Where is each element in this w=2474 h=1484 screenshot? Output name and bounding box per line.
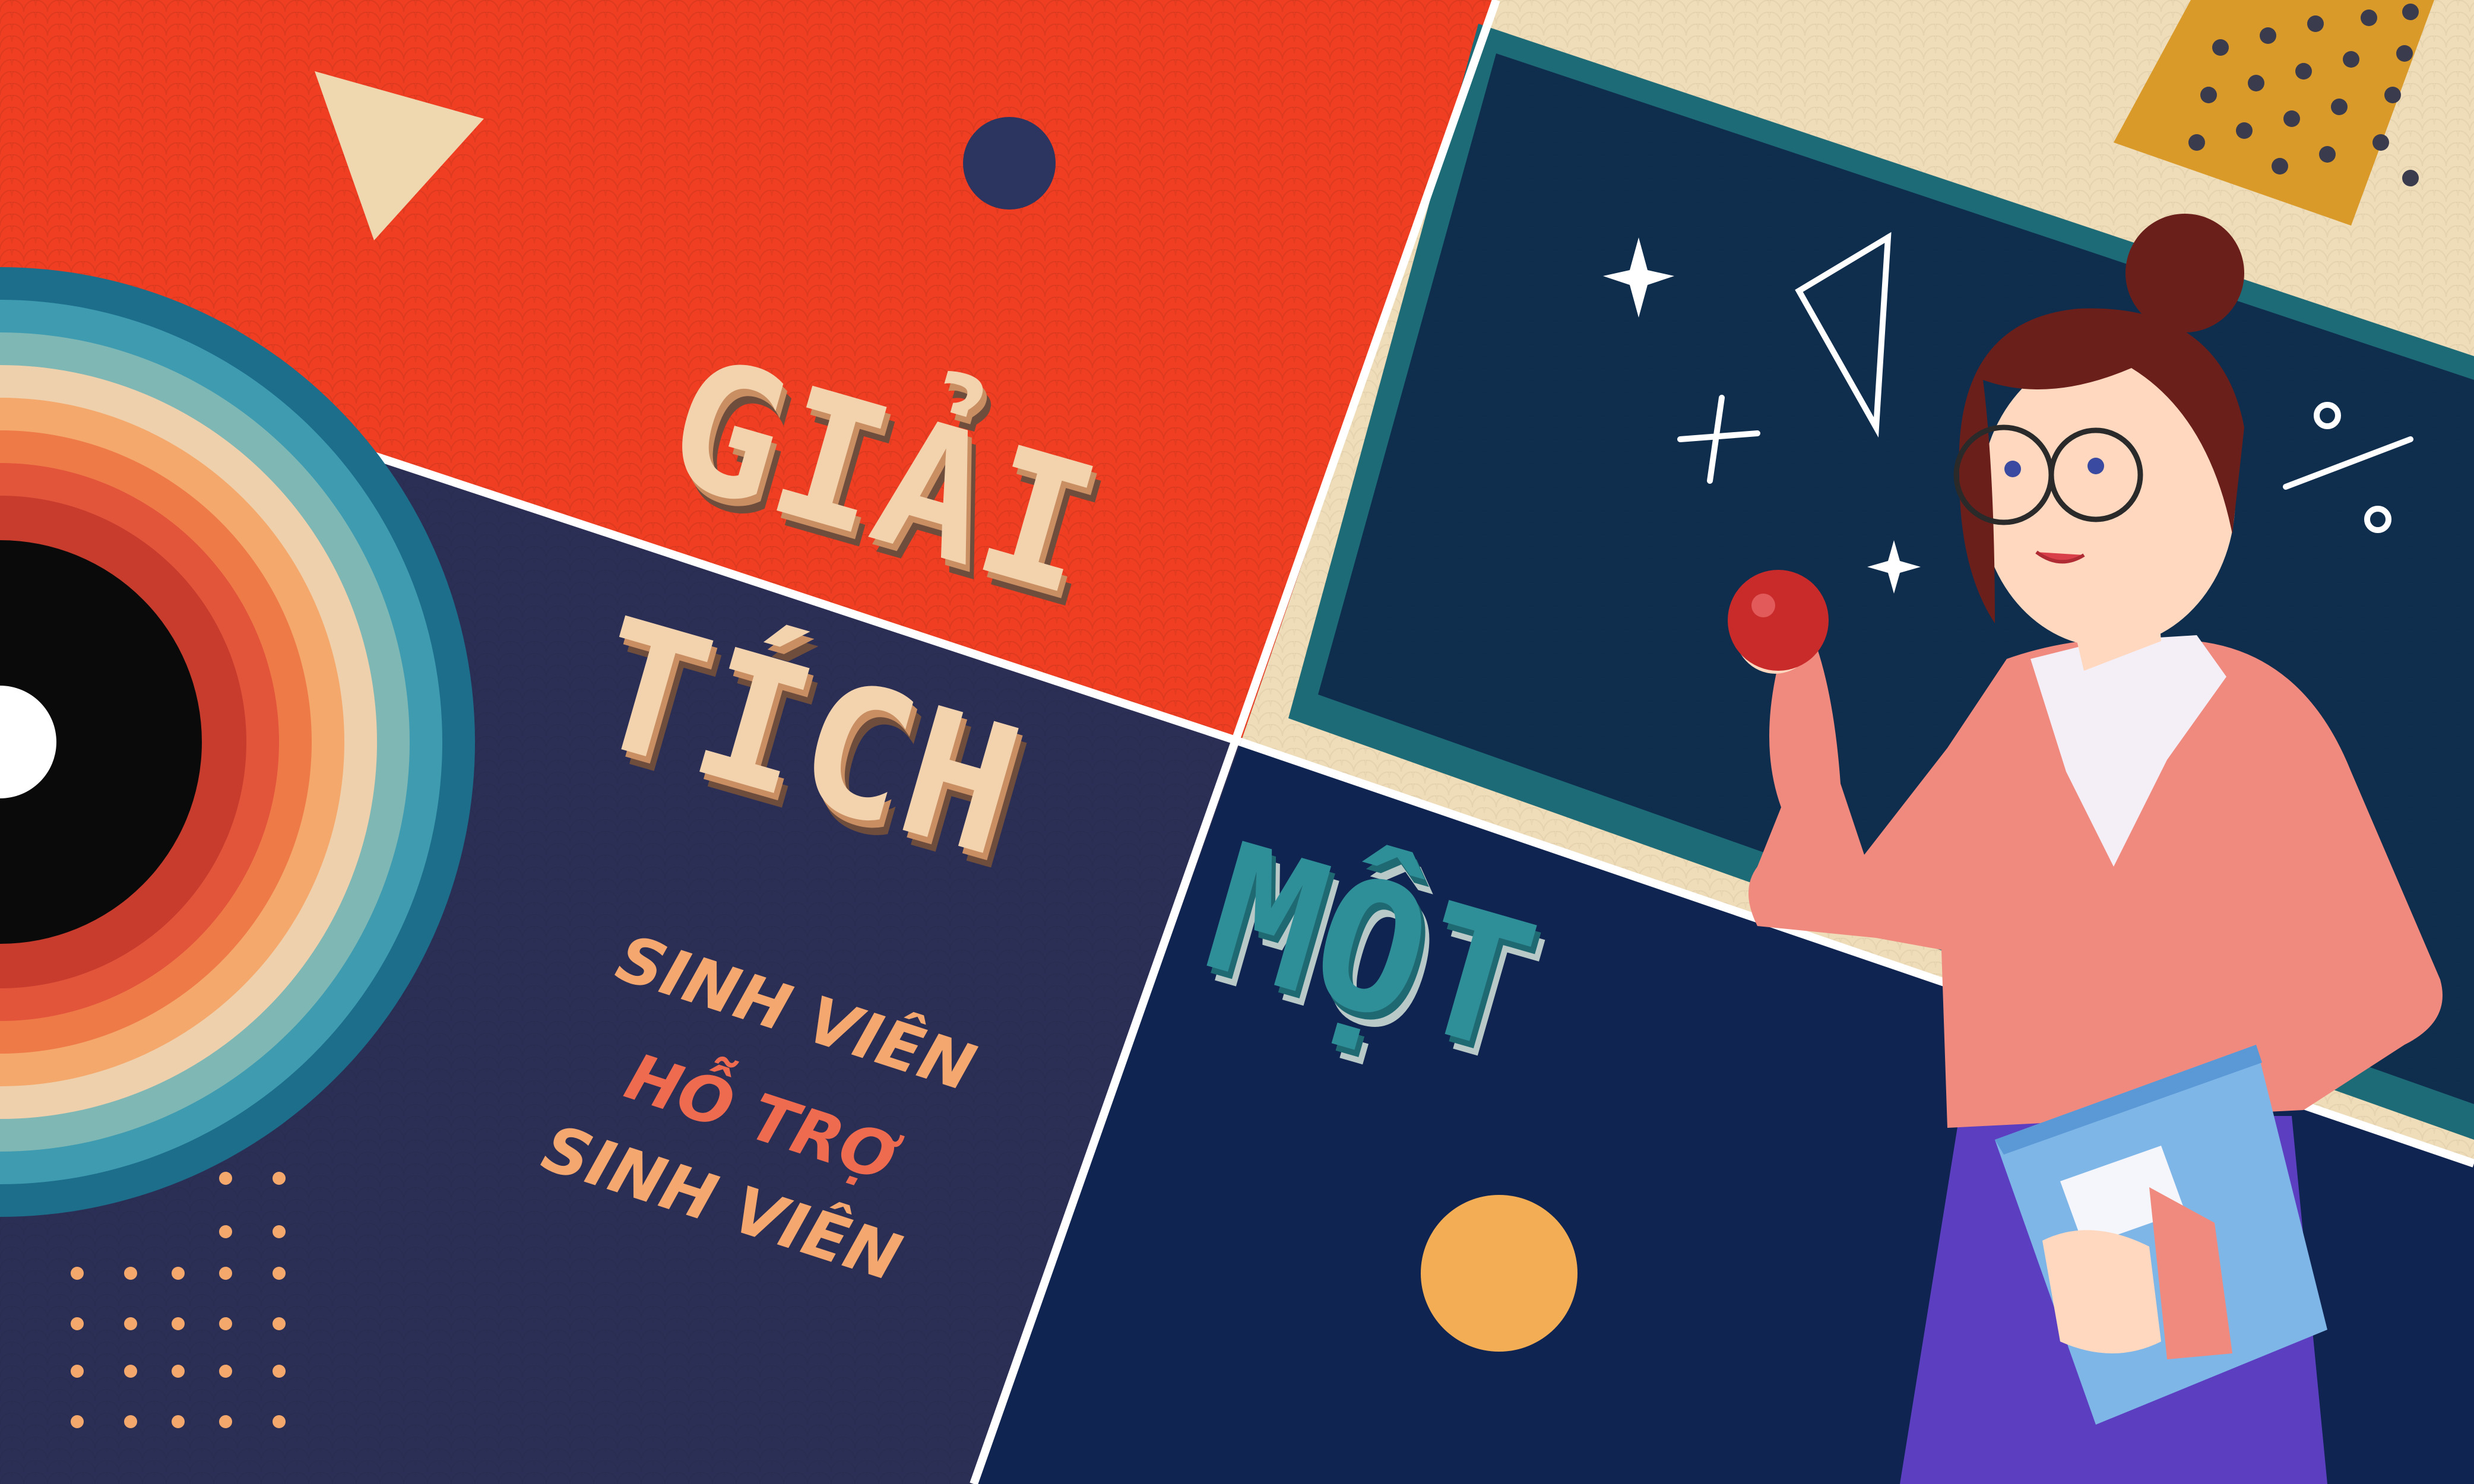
banner-artwork <box>0 0 2474 1484</box>
yellow-circle <box>1421 1195 1577 1352</box>
dot-decoration <box>963 117 1056 210</box>
banner-canvas: GIẢI TÍCH MỘT SINH VIÊN HỖ TRỢ SINH VIÊN <box>0 0 2474 1484</box>
hair-bun <box>2125 214 2244 332</box>
apple-icon <box>1728 570 1829 671</box>
